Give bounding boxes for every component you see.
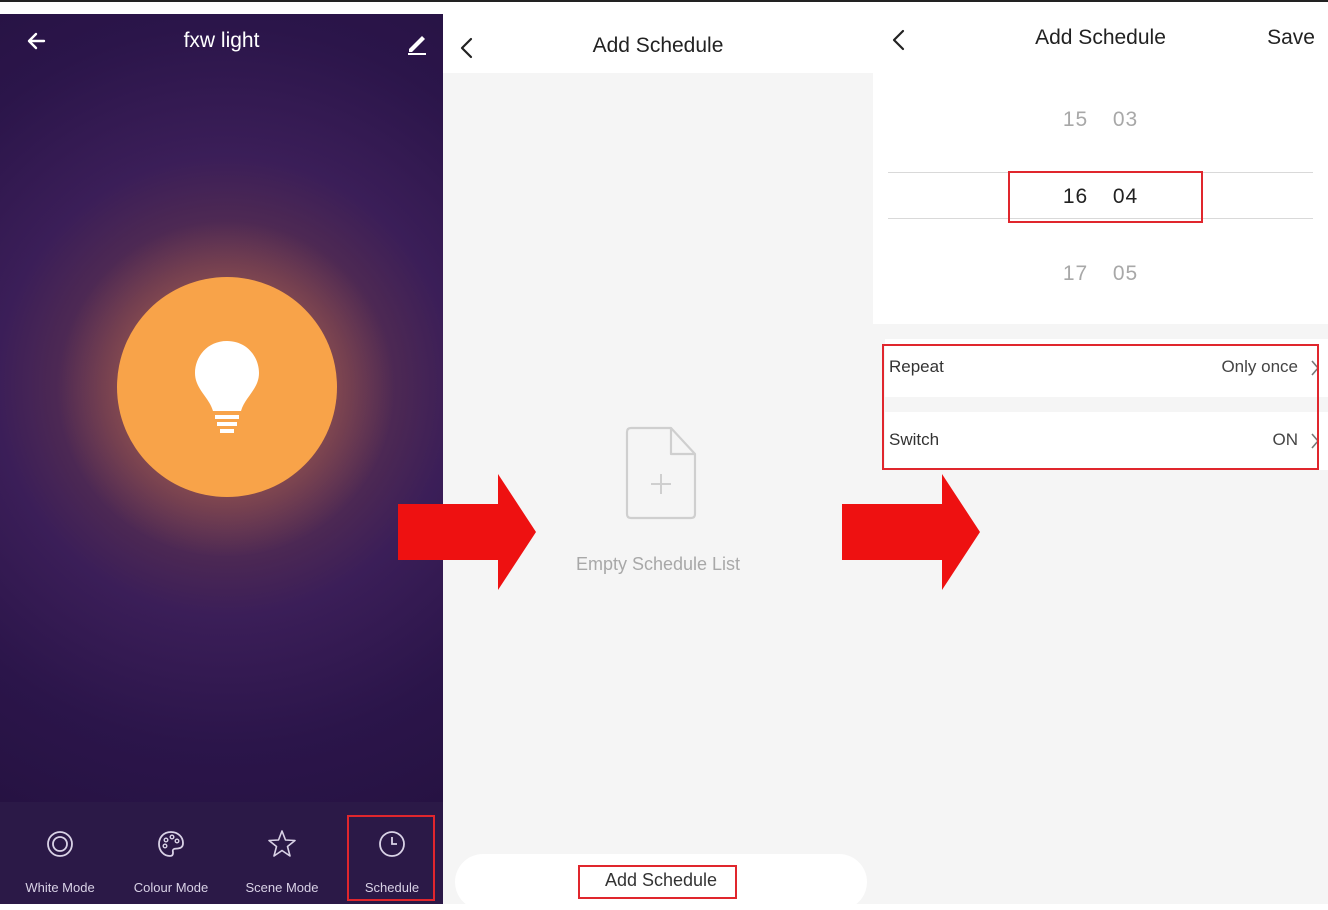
lightbulb-icon — [195, 341, 259, 433]
header: Add Schedule — [443, 14, 873, 73]
settings-highlight-box — [882, 344, 1319, 470]
page-title: Add Schedule — [1035, 26, 1166, 49]
light-control-screen: fxw light White Mode Colour Mode Scene M… — [0, 14, 443, 904]
add-schedule-highlight-box — [578, 865, 737, 899]
flow-arrow-right-icon — [842, 474, 980, 590]
minute-value: 03 — [1112, 108, 1139, 131]
device-title: fxw light — [183, 29, 260, 52]
hour-value: 17 — [1062, 262, 1089, 285]
header: Add Schedule Save — [873, 14, 1328, 66]
star-icon — [268, 830, 296, 857]
nav-colour-mode[interactable]: Colour Mode — [116, 802, 226, 904]
save-button[interactable]: Save — [1267, 26, 1315, 50]
nav-white-mode[interactable]: White Mode — [5, 802, 115, 904]
file-plus-icon — [625, 426, 697, 520]
pencil-icon[interactable] — [404, 30, 430, 56]
minute-value: 05 — [1112, 262, 1139, 285]
schedule-highlight-box — [347, 815, 435, 901]
schedule-list-screen: Add Schedule Empty Schedule List Add Sch… — [443, 14, 873, 910]
picker-row-above[interactable]: 15 03 — [873, 108, 1328, 132]
nav-label: White Mode — [25, 880, 95, 895]
picker-row-below[interactable]: 17 05 — [873, 262, 1328, 286]
time-highlight-box — [1008, 171, 1203, 223]
flow-arrow-right-icon — [398, 474, 536, 590]
page-title: Add Schedule — [592, 34, 724, 57]
top-border — [0, 0, 1328, 2]
nav-label: Scene Mode — [245, 880, 319, 895]
hour-value: 15 — [1062, 108, 1089, 131]
add-schedule-screen: Add Schedule Save 15 03 16 04 17 05 Repeat … — [873, 14, 1328, 904]
bulb-power-button[interactable] — [117, 277, 337, 497]
ring-icon — [47, 831, 73, 857]
header: fxw light — [0, 14, 443, 74]
nav-label: Colour Mode — [133, 880, 209, 895]
nav-scene-mode[interactable]: Scene Mode — [227, 802, 337, 904]
palette-icon — [158, 831, 184, 857]
